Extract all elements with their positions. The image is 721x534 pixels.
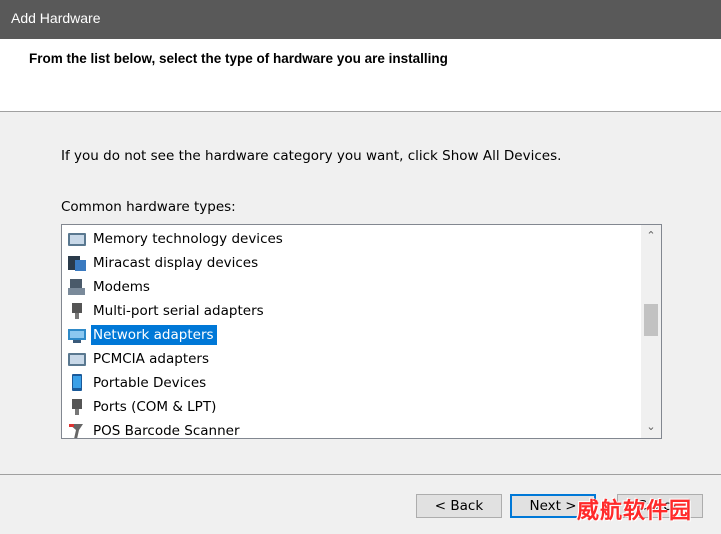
window-title: Add Hardware — [11, 10, 101, 26]
list-item-miracast-display-devices[interactable]: Miracast display devices — [67, 252, 261, 274]
list-item-label: Miracast display devices — [93, 255, 259, 271]
list-scrollbar[interactable]: ⌃ ⌄ — [641, 225, 661, 438]
port-icon — [67, 398, 87, 416]
miracast-icon — [67, 254, 87, 272]
list-item-network-adapters[interactable]: Network adapters — [67, 324, 217, 346]
hardware-type-list[interactable]: Memory technology devices Miracast displ… — [61, 224, 662, 439]
list-item-modems[interactable]: Modems — [67, 276, 153, 298]
list-label: Common hardware types: — [61, 199, 236, 215]
instructions-text: If you do not see the hardware category … — [61, 148, 562, 164]
footer-divider — [0, 474, 721, 475]
page-heading: From the list below, select the type of … — [29, 51, 448, 66]
list-item-label: Network adapters — [91, 325, 217, 345]
list-item-portable-devices[interactable]: Portable Devices — [67, 372, 209, 394]
wizard-header: From the list below, select the type of … — [0, 39, 721, 112]
list-item-label: POS Barcode Scanner — [93, 423, 240, 439]
list-item-pos-barcode-scanner[interactable]: POS Barcode Scanner — [67, 420, 243, 439]
list-item-label: Memory technology devices — [93, 231, 283, 247]
list-item-multi-port-serial-adapters[interactable]: Multi-port serial adapters — [67, 300, 267, 322]
scroll-thumb[interactable] — [644, 304, 658, 336]
modem-icon — [67, 278, 87, 296]
portable-device-icon — [67, 374, 87, 392]
watermark: 威航软件园 — [577, 499, 693, 524]
memory-device-icon — [67, 230, 87, 248]
scroll-up-icon[interactable]: ⌃ — [641, 227, 661, 245]
list-item-label: Modems — [93, 279, 150, 295]
list-item-label: Portable Devices — [93, 375, 207, 391]
serial-adapter-icon — [67, 302, 87, 320]
list-item-label: Multi-port serial adapters — [93, 303, 264, 319]
list-item-label: PCMCIA adapters — [93, 351, 210, 367]
list-item-pcmcia-adapters[interactable]: PCMCIA adapters — [67, 348, 212, 370]
list-item-label: Ports (COM & LPT) — [93, 399, 217, 415]
barcode-scanner-icon — [67, 422, 87, 438]
pcmcia-icon — [67, 350, 87, 368]
scroll-down-icon[interactable]: ⌄ — [641, 418, 661, 436]
network-adapter-icon — [67, 326, 87, 344]
list-item-memory-technology-devices[interactable]: Memory technology devices — [67, 228, 286, 250]
back-button[interactable]: < Back — [416, 494, 502, 518]
title-bar: Add Hardware — [0, 0, 721, 39]
list-item-ports[interactable]: Ports (COM & LPT) — [67, 396, 219, 418]
